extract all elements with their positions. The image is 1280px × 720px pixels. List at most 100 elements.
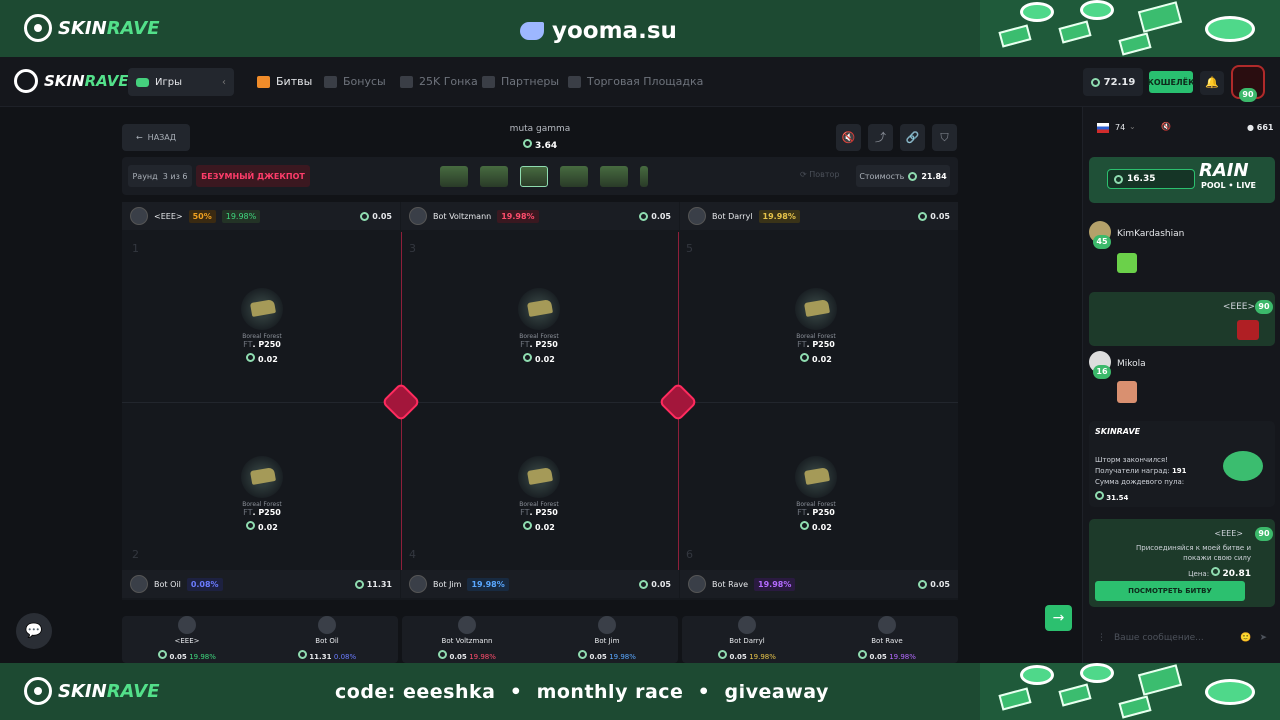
link-icon[interactable]: 🔗 xyxy=(900,124,925,151)
team-box: Bot Darryl 0.05 19.98% Bot Rave 0.05 19.… xyxy=(682,616,958,663)
item-card: Boreal Forest FT. P250 0.02 xyxy=(202,456,322,532)
battle-area: ← НАЗАД muta gamma 3.64 🔇 ⤴ 🔗 ⛉ Раунд 3 и… xyxy=(122,124,958,664)
back-button[interactable]: ← НАЗАД xyxy=(122,124,190,151)
avatar xyxy=(130,575,148,593)
more-icon[interactable]: ⋮ xyxy=(1097,633,1106,643)
coins-decoration xyxy=(980,663,1280,720)
case-thumb xyxy=(640,166,648,187)
chevron-down-icon[interactable]: ⌄ xyxy=(1129,122,1136,131)
coin-icon xyxy=(1211,567,1221,576)
emoji-icon[interactable]: 🙂 xyxy=(1240,633,1251,643)
bell-icon[interactable]: 🔔 xyxy=(1200,71,1224,95)
avatar xyxy=(598,616,616,634)
chevron-left-icon: ‹ xyxy=(222,76,226,88)
avatar xyxy=(878,616,896,634)
avatar xyxy=(688,575,706,593)
bottom-banner: SKIN RAVE code: eeeshka • monthly race • … xyxy=(0,663,1280,720)
coin-icon xyxy=(718,650,728,659)
coin-icon xyxy=(158,650,168,659)
gift-icon xyxy=(324,75,337,88)
share-icon[interactable]: ⤴ xyxy=(868,124,893,151)
games-dropdown[interactable]: Игры ‹ xyxy=(128,68,234,96)
battle-arena: <EEE> 50% 19.98% 0.05 Bot Voltzmann 19.9… xyxy=(122,202,958,600)
balance: 72.19 xyxy=(1083,68,1143,96)
versus-icon xyxy=(381,382,421,422)
coin-icon xyxy=(908,171,918,181)
coin-icon xyxy=(858,650,868,659)
coin-icon xyxy=(246,521,256,530)
team-player: Bot Rave 0.05 19.98% xyxy=(832,616,942,661)
arrow-right-icon[interactable]: → xyxy=(1045,605,1072,631)
nav-partners[interactable]: Партнеры xyxy=(482,75,559,88)
p250-icon xyxy=(795,288,837,330)
rain-title: RAIN xyxy=(1199,160,1249,181)
coins-decoration xyxy=(980,0,1280,57)
nav-marketplace[interactable]: Торговая Площадка xyxy=(568,75,703,88)
wallet-button[interactable]: КОШЕЛЁК xyxy=(1147,71,1195,93)
player-header: Bot Rave 19.98% 0.05 xyxy=(680,570,958,598)
round-indicator: Раунд 3 из 6 xyxy=(128,165,192,187)
nav-logo[interactable]: SKIN RAVE xyxy=(14,69,129,93)
store-icon xyxy=(568,75,581,88)
skinrave-logo: SKIN RAVE xyxy=(24,14,159,42)
coin-icon xyxy=(800,521,810,530)
avatar xyxy=(409,207,427,225)
team-box: <EEE> 0.05 19.98% Bot Oil 11.31 0.08% xyxy=(122,616,398,663)
case-thumb xyxy=(480,166,508,187)
avatar xyxy=(688,207,706,225)
coin-icon xyxy=(918,579,928,589)
skinrave-logo-icon xyxy=(24,677,52,705)
repeat-button[interactable]: ⟳ Повтор xyxy=(800,170,840,179)
coin-icon xyxy=(578,650,588,659)
nav-battles[interactable]: Битвы xyxy=(257,75,312,88)
team-player: Bot Oil 11.31 0.08% xyxy=(272,616,382,661)
coin-icon xyxy=(438,650,448,659)
item-card: Boreal Forest FT. P250 0.02 xyxy=(756,456,876,532)
storm-card: SKINRAVE Шторм закончился! Получатели на… xyxy=(1089,421,1275,507)
coin-icon xyxy=(522,139,532,148)
player-header: Bot Darryl 19.98% 0.05 xyxy=(680,202,958,230)
sticker-icon xyxy=(1237,320,1259,340)
team-player: Bot Jim 0.05 19.98% xyxy=(552,616,662,661)
coin-icon xyxy=(1090,77,1100,87)
mute-icon[interactable]: 🔇 xyxy=(836,124,861,151)
yooma-bird-icon xyxy=(520,22,544,40)
nav-race[interactable]: 25K Гонка xyxy=(400,75,478,88)
avatar xyxy=(178,616,196,634)
round-bar: Раунд 3 из 6 БЕЗУМНЫЙ ДЖЕКПОТ ⟳ Повтор С… xyxy=(122,157,958,195)
shield-icon[interactable]: ⛉ xyxy=(932,124,957,151)
flag-ru-icon[interactable] xyxy=(1097,123,1109,133)
battles-icon xyxy=(257,75,270,88)
slot-number: 5 xyxy=(686,242,693,255)
chat-toggle-icon[interactable]: 💬 xyxy=(16,613,52,649)
case-thumb xyxy=(440,166,468,187)
view-battle-button[interactable]: ПОСМОТРЕТЬ БИТВУ xyxy=(1095,581,1245,601)
slot-number: 6 xyxy=(686,548,693,561)
chat-message-own: <EEE> 90 xyxy=(1089,292,1275,346)
nav-bonuses[interactable]: Бонусы xyxy=(324,75,386,88)
coin-icon xyxy=(639,579,649,589)
player-header: Bot Voltzmann 19.98% 0.05 xyxy=(401,202,679,230)
mode-badge: БЕЗУМНЫЙ ДЖЕКПОТ xyxy=(196,165,310,187)
player-header: Bot Oil 0.08% 11.31 xyxy=(122,570,400,598)
top-banner: SKIN RAVE yooma.su xyxy=(0,0,1280,57)
rain-pool[interactable]: 16.35 RAIN POOL • LIVE xyxy=(1089,157,1275,203)
skinrave-logo-icon xyxy=(24,14,52,42)
chat-input[interactable]: ⋮ Ваше сообщение... 🙂 ➤ xyxy=(1089,625,1275,651)
p250-icon xyxy=(241,456,283,498)
team-summary: <EEE> 0.05 19.98% Bot Oil 11.31 0.08% Bo… xyxy=(122,616,958,663)
item-card: Boreal Forest FT. P250 0.02 xyxy=(479,456,599,532)
cost-box: Стоимость 21.84 xyxy=(856,165,950,187)
top-nav: SKIN RAVE Игры ‹ Битвы Бонусы 25K Гонка П… xyxy=(0,57,1280,107)
coin-icon xyxy=(1114,174,1123,184)
mute-icon[interactable]: 🔇 xyxy=(1161,122,1171,131)
slot-number: 4 xyxy=(409,548,416,561)
send-icon[interactable]: ➤ xyxy=(1259,633,1267,643)
slot-number: 3 xyxy=(409,242,416,255)
coin-icon xyxy=(523,353,533,362)
coin-icon xyxy=(639,211,649,221)
online-count: ● 661 xyxy=(1247,123,1274,132)
flag-icon xyxy=(400,75,413,88)
versus-icon xyxy=(658,382,698,422)
sticker-icon xyxy=(1117,381,1137,403)
